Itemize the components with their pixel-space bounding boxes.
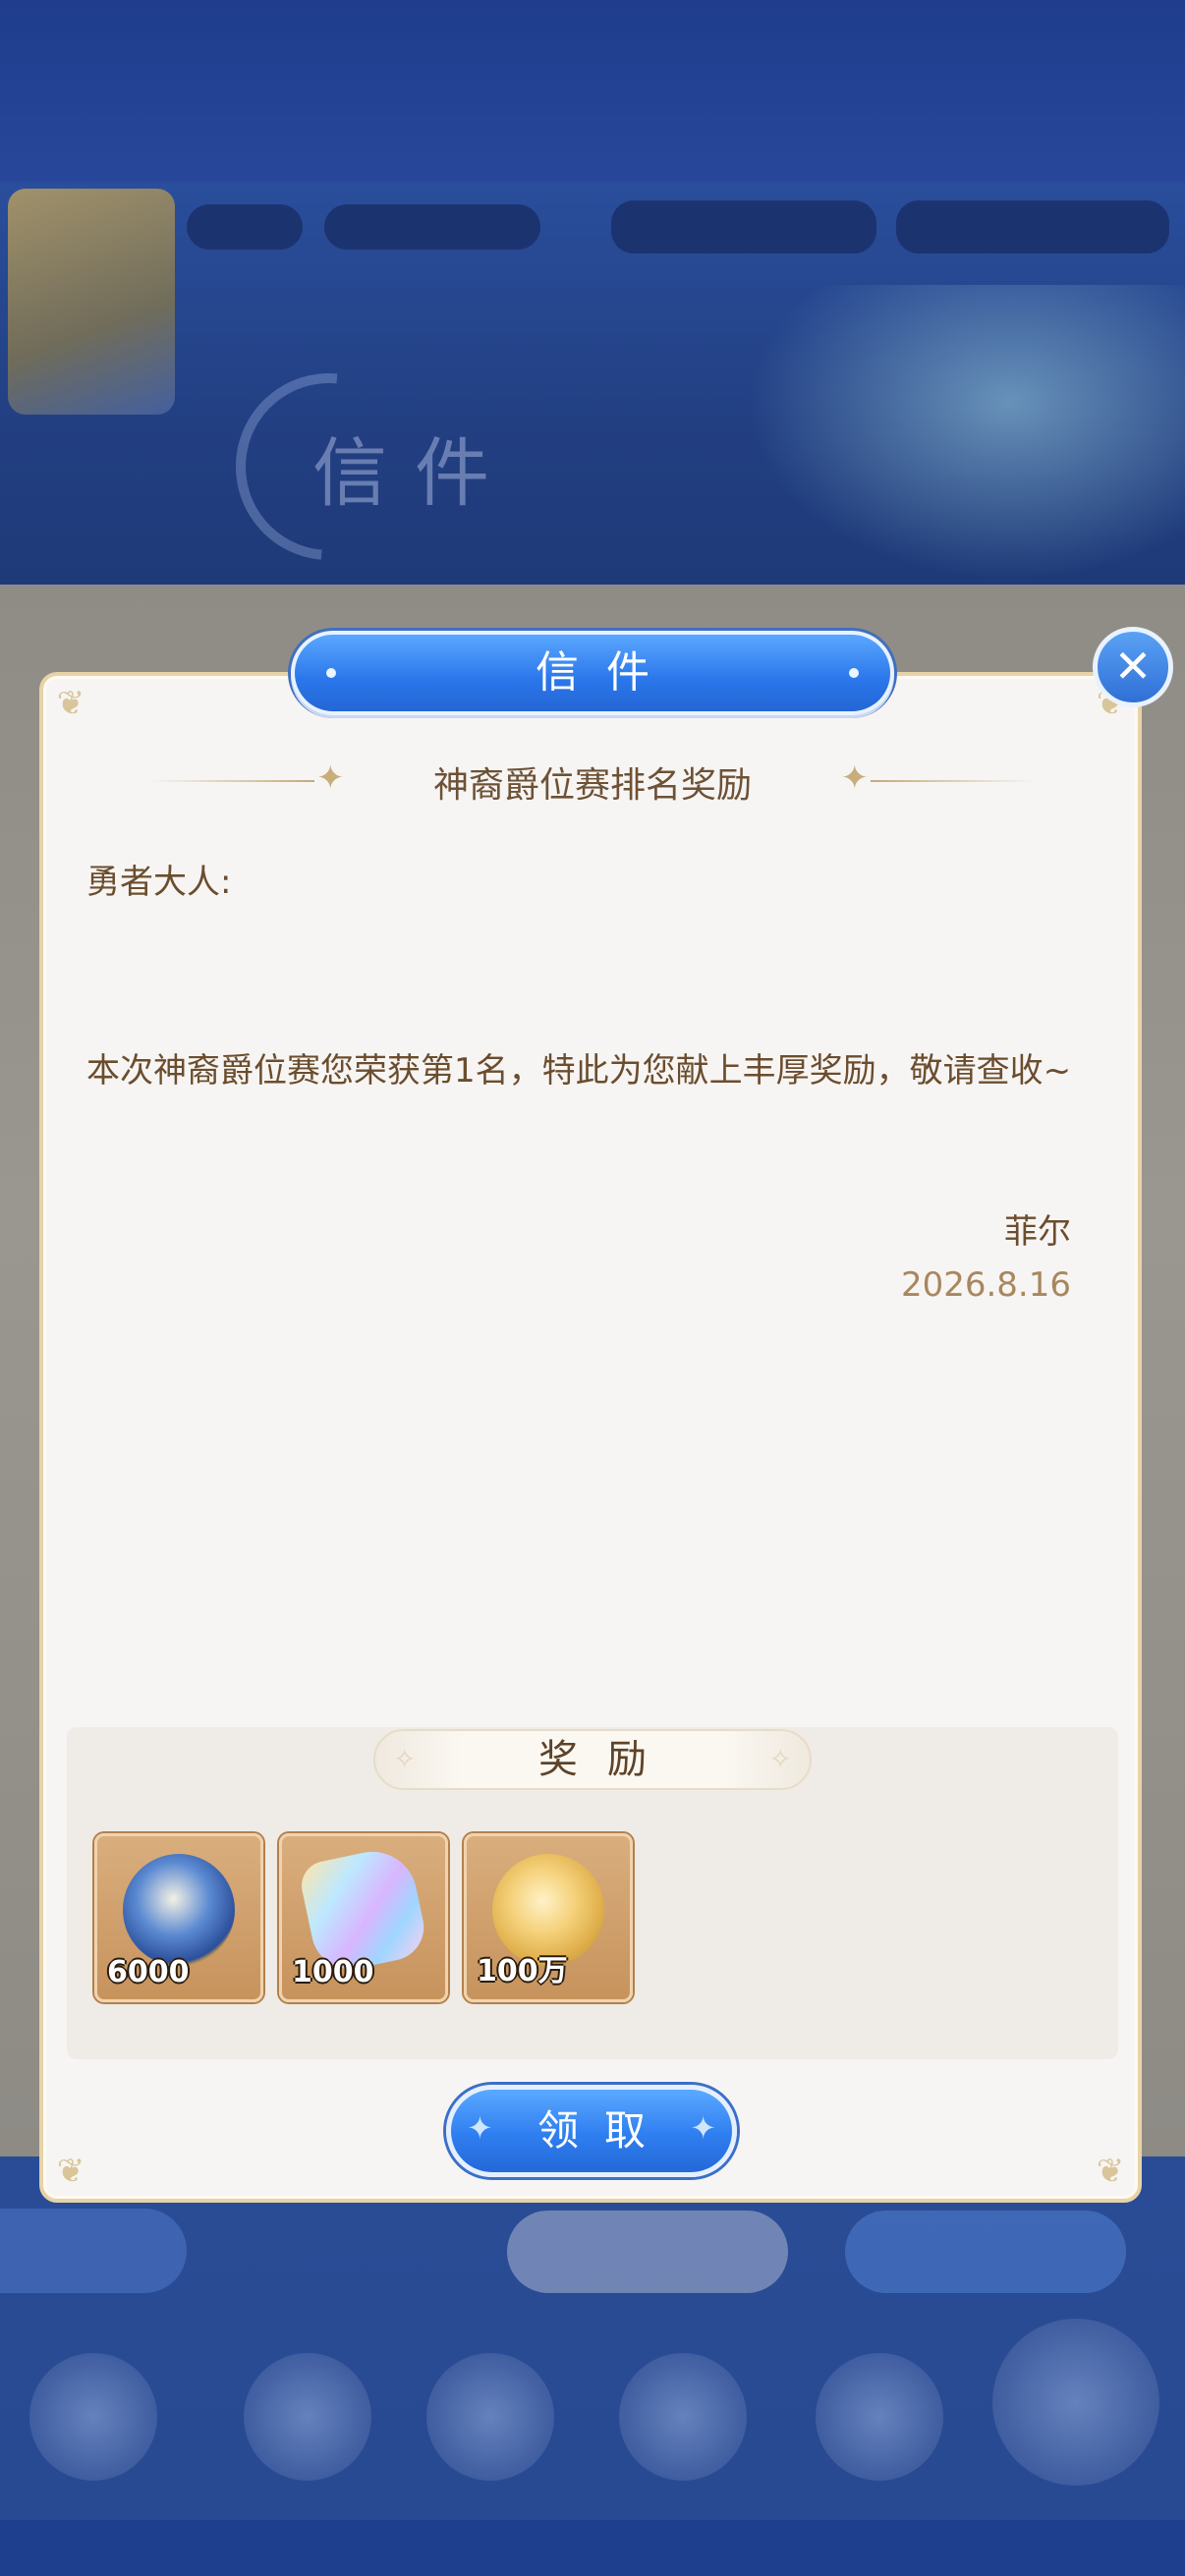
- close-icon: ✕: [1113, 640, 1153, 693]
- bottom-tab-other: [845, 2211, 1126, 2293]
- nav-icon-3: [426, 2353, 554, 2481]
- nav-icon-4: [619, 2353, 747, 2481]
- currency-gold-bar: [611, 200, 876, 253]
- divider-line: [871, 780, 1038, 782]
- mail-date: 2026.8.16: [900, 1265, 1071, 1305]
- power-display: [324, 204, 540, 250]
- mail-subject-row: ✦ 神裔爵位赛排名奖励 ✦: [147, 749, 1038, 813]
- mail-sender: 菲尔: [1004, 1212, 1071, 1252]
- vip-badge: [187, 204, 303, 250]
- mail-body: 本次神裔爵位赛您荣获第1名，特此为您献上丰厚奖励，敬请查收~: [86, 1051, 1072, 1091]
- reward-count: 1000: [292, 1955, 374, 1989]
- nav-icon-1: [29, 2353, 157, 2481]
- currency-gem-bar: [896, 200, 1169, 253]
- sparkle-icon: ✦: [840, 758, 870, 798]
- bottom-tab-mail: [507, 2211, 788, 2293]
- nav-icon-2: [244, 2353, 371, 2481]
- emblem-medal-icon: [123, 1854, 235, 1966]
- modal-title-banner: 信件: [291, 631, 894, 715]
- reward-count: 6000: [107, 1955, 190, 1989]
- background-title: 信件: [312, 429, 517, 517]
- sparkle-icon: ✦: [690, 2109, 716, 2147]
- character-illustration: [747, 285, 1185, 580]
- close-button[interactable]: ✕: [1093, 627, 1173, 707]
- background-bottom-band: [0, 2520, 1185, 2576]
- player-avatar: [8, 189, 175, 415]
- nav-icon-5: [816, 2353, 943, 2481]
- modal-title: 信件: [536, 647, 677, 698]
- reward-item[interactable]: 6000: [94, 1833, 263, 2002]
- reward-item[interactable]: 100万: [464, 1833, 633, 2002]
- background-top-band: [0, 0, 1185, 182]
- corner-ornament-icon: ❦: [1096, 2152, 1125, 2191]
- corner-ornament-icon: ❦: [56, 2152, 85, 2191]
- sparkle-icon: ✧: [768, 1743, 792, 1775]
- reward-item[interactable]: 1000: [279, 1833, 448, 2002]
- mail-subject: 神裔爵位赛排名奖励: [432, 765, 752, 806]
- back-button: [0, 2209, 187, 2293]
- claim-button[interactable]: ✦ 领取 ✦: [446, 2085, 737, 2177]
- rewards-title: 奖励: [538, 1737, 676, 1782]
- reward-count: 100万: [477, 1954, 568, 1988]
- mail-greeting: 勇者大人:: [86, 863, 232, 902]
- corner-ornament-icon: ❦: [56, 684, 85, 723]
- nav-icon-main: [992, 2319, 1159, 2486]
- rewards-header: ✧ 奖励 ✧: [373, 1729, 812, 1790]
